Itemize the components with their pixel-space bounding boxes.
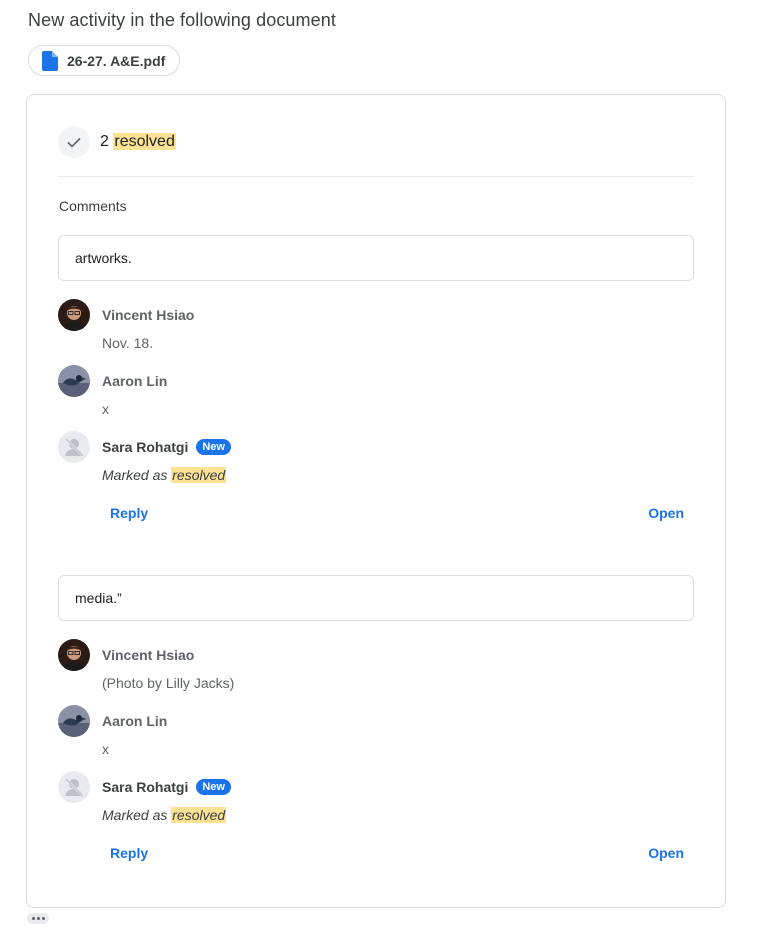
quoted-text: media.” [58,575,694,621]
avatar [58,705,90,737]
comment-entry: Vincent Hsiao Nov. 18. [58,281,694,351]
show-trimmed-content-icon[interactable] [27,913,49,924]
resolved-label: resolved [113,133,176,150]
comment-entry: Aaron Lin x [58,687,694,757]
doc-icon [42,50,58,71]
new-badge: New [196,779,231,795]
resolved-summary: 2 resolved [58,126,176,158]
open-button[interactable]: Open [648,845,684,861]
file-chip[interactable]: 26-27. A&E.pdf [28,45,181,76]
comment-entry: Sara Rohatgi New Marked as resolved [58,753,694,823]
quoted-text: artworks. [58,235,694,281]
avatar [58,299,90,331]
comment-author: Sara Rohatgi New [102,779,231,795]
author-name: Sara Rohatgi [102,779,189,795]
resolved-count: 2 [100,133,109,150]
author-name: Vincent Hsiao [102,647,195,663]
comment-author: Vincent Hsiao [102,307,194,323]
author-name: Vincent Hsiao [102,307,195,323]
email-body: New activity in the following document 2… [0,0,757,944]
reply-button[interactable]: Reply [110,505,148,521]
reply-button[interactable]: Reply [110,845,148,861]
thread-actions: Reply Open [58,479,694,539]
avatar-placeholder-icon [58,771,90,803]
avatar [58,365,90,397]
comment-author: Aaron Lin [102,373,167,389]
author-name: Aaron Lin [102,373,168,389]
open-button[interactable]: Open [648,505,684,521]
divider [58,176,694,177]
activity-card: 2 resolved Comments artworks. Vincent Hs… [26,94,726,908]
headline: New activity in the following document [28,10,336,30]
comments-label: Comments [59,198,127,214]
thread-actions: Reply Open [58,819,694,879]
author-name: Sara Rohatgi [102,439,189,455]
file-name: 26-27. A&E.pdf [67,52,166,69]
comment-entry: Aaron Lin x [58,347,694,417]
summary-text: 2 resolved [100,133,176,151]
comment-thread: media.” Vincent Hsiao (Photo by Lilly Ja… [58,575,694,879]
new-badge: New [196,439,231,455]
author-name: Aaron Lin [102,713,168,729]
avatar-placeholder-icon [58,431,90,463]
comment-entry: Sara Rohatgi New Marked as resolved [58,413,694,483]
check-icon [58,126,90,158]
comment-author: Aaron Lin [102,713,167,729]
comment-thread: artworks. Vincent Hsiao Nov. 18. Aaron L… [58,235,694,539]
comment-author: Vincent Hsiao [102,647,194,663]
comment-entry: Vincent Hsiao (Photo by Lilly Jacks) [58,621,694,691]
comment-author: Sara Rohatgi New [102,439,231,455]
avatar [58,639,90,671]
